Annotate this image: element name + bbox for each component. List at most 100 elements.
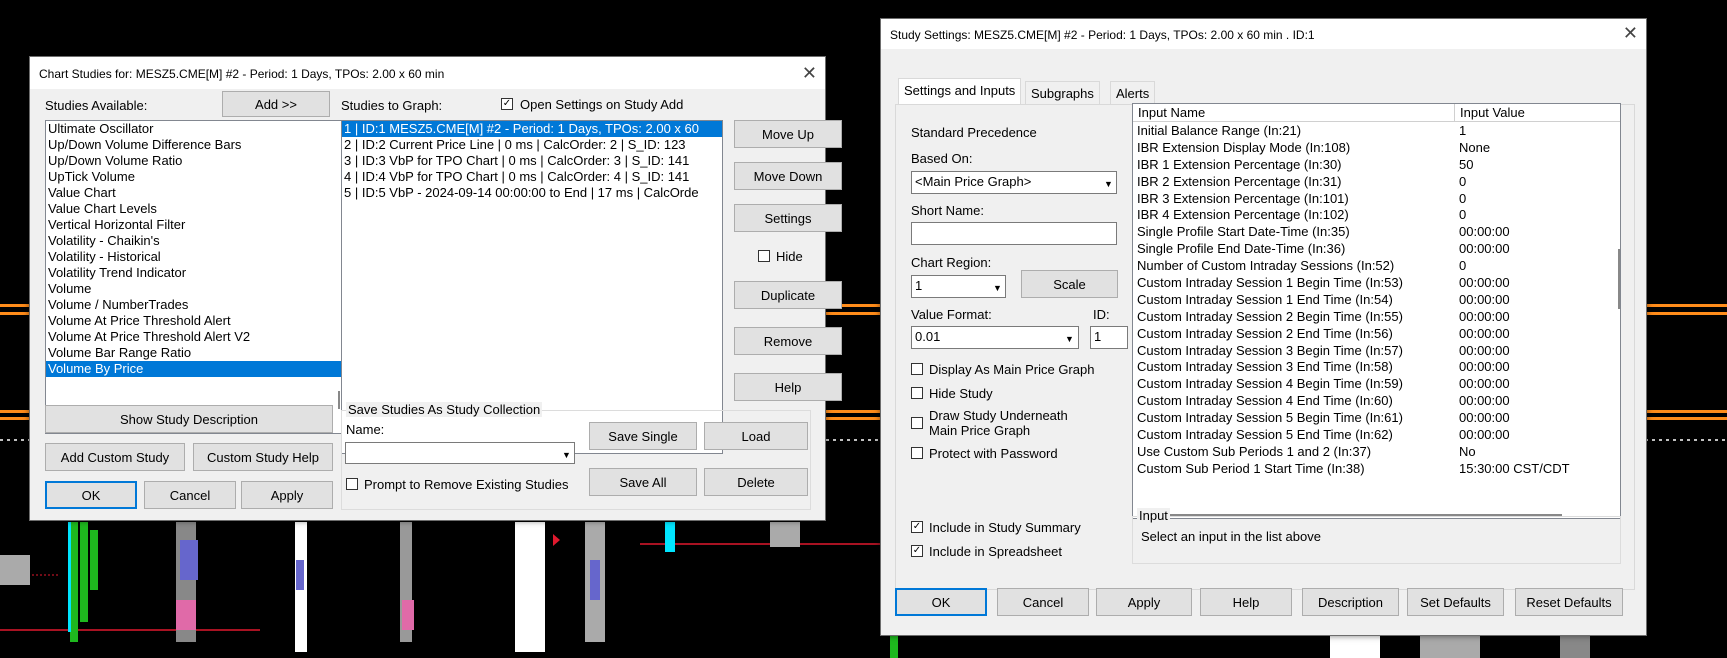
show-study-description-button[interactable]: Show Study Description — [45, 405, 333, 433]
input-value-cell[interactable]: 0 — [1455, 173, 1620, 190]
list-item[interactable]: Value Chart Levels — [46, 201, 346, 217]
table-row[interactable]: Custom Intraday Session 5 Begin Time (In… — [1133, 409, 1620, 426]
add-study-button[interactable]: Add >> — [222, 91, 330, 117]
input-value-cell[interactable]: 00:00:00 — [1455, 274, 1620, 291]
id-input[interactable]: 1 — [1090, 326, 1128, 349]
list-item[interactable]: 5 | ID:5 VbP - 2024-09-14 00:00:00 to En… — [342, 185, 722, 201]
close-icon[interactable]: ✕ — [802, 63, 817, 84]
list-item[interactable]: Value Chart — [46, 185, 346, 201]
value-format-dropdown[interactable]: 0.01 — [911, 326, 1079, 349]
scale-button[interactable]: Scale — [1021, 270, 1118, 298]
apply-button[interactable]: Apply — [241, 481, 333, 509]
list-item[interactable]: Volume By Price — [46, 361, 346, 377]
cancel-button[interactable]: Cancel — [144, 481, 236, 509]
table-row[interactable]: IBR 3 Extension Percentage (In:101) 0 — [1133, 190, 1620, 207]
tab-subgraphs[interactable]: Subgraphs — [1025, 81, 1100, 105]
inputs-table[interactable]: Input Name Input Value Initial Balance R… — [1132, 103, 1621, 519]
input-value-cell[interactable]: 1 — [1455, 122, 1620, 139]
input-value-cell[interactable]: 0 — [1455, 190, 1620, 207]
set-defaults-button[interactable]: Set Defaults — [1407, 588, 1504, 616]
hide-checkbox[interactable] — [758, 250, 770, 262]
table-row[interactable]: IBR 2 Extension Percentage (In:31) 0 — [1133, 173, 1620, 190]
load-button[interactable]: Load — [704, 422, 808, 450]
table-row[interactable]: Custom Intraday Session 3 End Time (In:5… — [1133, 358, 1620, 375]
list-item[interactable]: Volume / NumberTrades — [46, 297, 346, 313]
tab-alerts[interactable]: Alerts — [1110, 81, 1156, 105]
table-row[interactable]: Custom Intraday Session 5 End Time (In:6… — [1133, 426, 1620, 443]
delete-button[interactable]: Delete — [704, 468, 808, 496]
help-button[interactable]: Help — [1200, 588, 1292, 616]
studies-available-list[interactable]: Ultimate Oscillator Up/Down Volume Differ… — [45, 120, 347, 434]
table-row[interactable]: IBR Extension Display Mode (In:108) None — [1133, 139, 1620, 156]
list-item[interactable]: 1 | ID:1 MESZ5.CME[M] #2 - Period: 1 Day… — [342, 121, 722, 137]
input-value-cell[interactable]: 00:00:00 — [1455, 223, 1620, 240]
table-row[interactable]: Custom Sub Period 1 Start Time (In:38) 15… — [1133, 460, 1620, 477]
input-value-cell[interactable]: 00:00:00 — [1455, 240, 1620, 257]
protect-password-checkbox[interactable] — [911, 447, 923, 459]
table-row[interactable]: IBR 1 Extension Percentage (In:30) 50 — [1133, 156, 1620, 173]
list-item[interactable]: UpTick Volume — [46, 169, 346, 185]
prompt-remove-checkbox[interactable] — [346, 478, 358, 490]
tab-settings-and-inputs[interactable]: Settings and Inputs — [898, 78, 1022, 105]
table-row[interactable]: Initial Balance Range (In:21) 1 — [1133, 122, 1620, 139]
add-custom-study-button[interactable]: Add Custom Study — [45, 443, 185, 471]
ok-button[interactable]: OK — [45, 481, 137, 509]
cancel-button[interactable]: Cancel — [997, 588, 1089, 616]
list-item[interactable]: Volatility Trend Indicator — [46, 265, 346, 281]
table-row[interactable]: Custom Intraday Session 4 Begin Time (In… — [1133, 375, 1620, 392]
custom-study-help-button[interactable]: Custom Study Help — [193, 443, 333, 471]
input-value-cell[interactable]: 15:30:00 CST/CDT — [1455, 460, 1620, 477]
list-item[interactable]: 2 | ID:2 Current Price Line | 0 ms | Cal… — [342, 137, 722, 153]
save-single-button[interactable]: Save Single — [589, 422, 697, 450]
table-scrollbar[interactable] — [1618, 249, 1620, 309]
input-value-cell[interactable]: None — [1455, 139, 1620, 156]
list-item[interactable]: Up/Down Volume Difference Bars — [46, 137, 346, 153]
chevron-down-icon[interactable]: ▼ — [1065, 334, 1074, 344]
help-button[interactable]: Help — [734, 373, 842, 401]
list-item[interactable]: Volume — [46, 281, 346, 297]
list-item[interactable]: Volume At Price Threshold Alert — [46, 313, 346, 329]
input-value-cell[interactable]: 00:00:00 — [1455, 308, 1620, 325]
include-summary-checkbox[interactable]: ✓ — [911, 521, 923, 533]
input-value-cell[interactable]: 00:00:00 — [1455, 358, 1620, 375]
duplicate-button[interactable]: Duplicate — [734, 281, 842, 309]
input-value-cell[interactable]: 00:00:00 — [1455, 392, 1620, 409]
list-item[interactable]: 4 | ID:4 VbP for TPO Chart | 0 ms | Calc… — [342, 169, 722, 185]
input-value-cell[interactable]: 50 — [1455, 156, 1620, 173]
input-value-cell[interactable]: 0 — [1455, 206, 1620, 223]
table-row[interactable]: Custom Intraday Session 2 End Time (In:5… — [1133, 325, 1620, 342]
col-input-name[interactable]: Input Name — [1133, 104, 1455, 121]
input-value-cell[interactable]: 00:00:00 — [1455, 342, 1620, 359]
collection-name-dropdown[interactable] — [345, 442, 575, 464]
table-row[interactable]: Custom Intraday Session 4 End Time (In:6… — [1133, 392, 1620, 409]
settings-button[interactable]: Settings — [734, 204, 842, 232]
list-item[interactable]: Volume At Price Threshold Alert V2 — [46, 329, 346, 345]
list-item[interactable]: 3 | ID:3 VbP for TPO Chart | 0 ms | Calc… — [342, 153, 722, 169]
draw-underneath-checkbox[interactable] — [911, 417, 923, 429]
description-button[interactable]: Description — [1302, 588, 1399, 616]
col-input-value[interactable]: Input Value — [1455, 104, 1525, 121]
chevron-down-icon[interactable]: ▼ — [562, 450, 571, 460]
short-name-input[interactable] — [911, 222, 1117, 245]
table-row[interactable]: Custom Intraday Session 3 Begin Time (In… — [1133, 342, 1620, 359]
table-row[interactable]: Use Custom Sub Periods 1 and 2 (In:37) No — [1133, 443, 1620, 460]
input-value-cell[interactable]: 00:00:00 — [1455, 291, 1620, 308]
close-icon[interactable]: ✕ — [1623, 23, 1638, 44]
table-row[interactable]: Single Profile Start Date-Time (In:35) 00… — [1133, 223, 1620, 240]
list-item[interactable]: Volatility - Chaikin's — [46, 233, 346, 249]
apply-button[interactable]: Apply — [1096, 588, 1192, 616]
list-scrollbar[interactable] — [338, 391, 340, 409]
table-row[interactable]: Custom Intraday Session 1 Begin Time (In… — [1133, 274, 1620, 291]
table-row[interactable]: IBR 4 Extension Percentage (In:102) 0 — [1133, 206, 1620, 223]
input-value-cell[interactable]: 00:00:00 — [1455, 325, 1620, 342]
open-settings-checkbox[interactable]: ✓ — [501, 98, 513, 110]
chart-region-dropdown[interactable]: 1 — [911, 275, 1006, 298]
move-down-button[interactable]: Move Down — [734, 162, 842, 190]
input-value-cell[interactable]: 0 — [1455, 257, 1620, 274]
list-item[interactable]: Volume Bar Range Ratio — [46, 345, 346, 361]
list-item[interactable]: Ultimate Oscillator — [46, 121, 346, 137]
list-item[interactable]: Up/Down Volume Ratio — [46, 153, 346, 169]
based-on-dropdown[interactable]: <Main Price Graph> — [911, 171, 1117, 194]
table-row[interactable]: Number of Custom Intraday Sessions (In:5… — [1133, 257, 1620, 274]
table-row[interactable]: Custom Intraday Session 2 Begin Time (In… — [1133, 308, 1620, 325]
